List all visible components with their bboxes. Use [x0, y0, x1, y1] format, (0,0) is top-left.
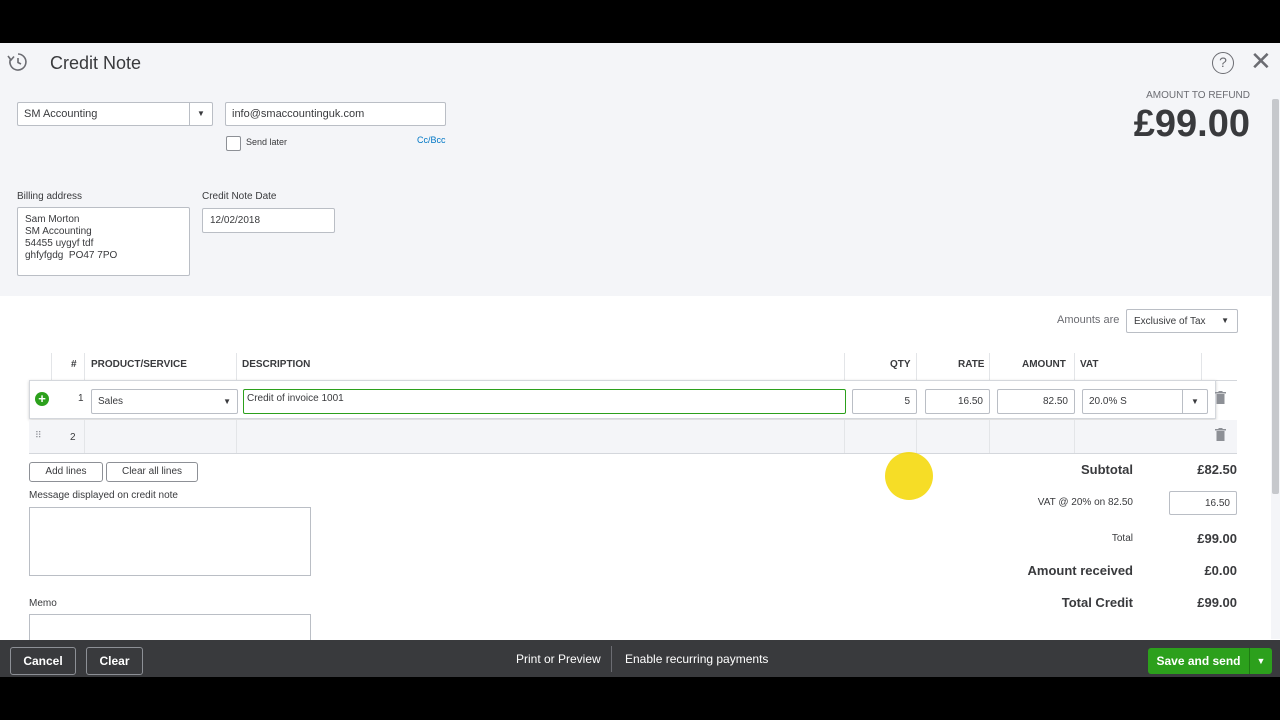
scrollbar-thumb[interactable]	[1272, 99, 1279, 494]
footer-divider	[611, 646, 612, 672]
chevron-down-icon: ▼	[1221, 316, 1229, 325]
header-panel	[0, 43, 1280, 296]
clear-all-lines-button[interactable]: Clear all lines	[106, 462, 198, 482]
amount-received-value: £0.00	[1204, 563, 1237, 578]
amounts-are-value: Exclusive of Tax	[1134, 316, 1206, 327]
total-value: £99.00	[1197, 531, 1237, 546]
credit-note-date-field[interactable]: 12/02/2018	[202, 208, 335, 233]
row-number: 1	[78, 393, 84, 404]
footer-bar: Cancel Clear Print or Preview Enable rec…	[0, 640, 1280, 677]
amount-input[interactable]: 82.50	[997, 389, 1075, 414]
save-and-send-button[interactable]: Save and send	[1148, 648, 1249, 674]
total-credit-label: Total Credit	[1061, 595, 1133, 610]
cc-bcc-link[interactable]: Cc/Bcc	[417, 135, 446, 145]
rate-input[interactable]: 16.50	[925, 389, 990, 414]
line-items-header: # PRODUCT/SERVICE DESCRIPTION QTY RATE A…	[29, 353, 1237, 381]
header-qty: QTY	[890, 359, 911, 370]
qty-input[interactable]: 5	[852, 389, 917, 414]
message-label: Message displayed on credit note	[29, 490, 178, 501]
table-row[interactable]: + 1 Sales ▼ Credit of invoice 1001 5 16.…	[29, 380, 1216, 419]
close-icon[interactable]: ✕	[1250, 48, 1272, 74]
vat-label: VAT @ 20% on 82.50	[1037, 497, 1133, 508]
subtotal-label: Subtotal	[1081, 462, 1133, 477]
clear-button[interactable]: Clear	[86, 647, 143, 675]
total-label: Total	[1111, 533, 1133, 544]
amounts-are-label: Amounts are	[1057, 314, 1120, 326]
credit-note-window: Credit Note ? ✕ SM Accounting ▼ info@sma…	[0, 43, 1280, 677]
row-number: 2	[70, 432, 76, 443]
header-rate: RATE	[958, 359, 985, 370]
chevron-down-icon: ▼	[223, 397, 231, 406]
page-title: Credit Note	[50, 53, 142, 73]
trash-icon[interactable]	[1215, 391, 1226, 404]
chevron-down-icon[interactable]: ▼	[189, 103, 212, 125]
memo-label: Memo	[29, 598, 57, 609]
subtotal-value: £82.50	[1197, 462, 1237, 477]
header-description: DESCRIPTION	[242, 359, 311, 370]
cursor-highlight	[885, 452, 933, 500]
amounts-are-select[interactable]: Exclusive of Tax ▼	[1126, 309, 1238, 333]
help-icon[interactable]: ?	[1212, 52, 1234, 74]
history-icon[interactable]	[6, 51, 30, 73]
cancel-button[interactable]: Cancel	[10, 647, 76, 675]
vat-amount-input[interactable]: 16.50	[1169, 491, 1237, 515]
chevron-down-icon[interactable]: ▼	[1249, 648, 1272, 674]
drag-handle-icon[interactable]: ⠿	[35, 430, 42, 441]
amount-to-refund-label: AMOUNT TO REFUND	[1146, 90, 1250, 101]
amount-to-refund-value: £99.00	[1133, 103, 1250, 145]
message-field[interactable]	[29, 507, 311, 576]
vat-select[interactable]: 20.0% S ▼	[1082, 389, 1208, 414]
amount-received-label: Amount received	[1027, 563, 1133, 578]
send-later-checkbox[interactable]	[226, 136, 241, 151]
trash-icon[interactable]	[1215, 428, 1226, 441]
total-credit-value: £99.00	[1197, 595, 1237, 610]
product-select[interactable]: Sales ▼	[91, 389, 238, 414]
customer-select[interactable]: SM Accounting ▼	[17, 102, 213, 126]
chevron-down-icon: ▼	[1182, 390, 1207, 413]
product-value: Sales	[98, 396, 124, 407]
table-row[interactable]: ⠿ 2	[29, 420, 1237, 454]
header-num: #	[71, 359, 77, 370]
header-vat: VAT	[1080, 359, 1099, 370]
recurring-payments-link[interactable]: Enable recurring payments	[625, 652, 768, 666]
add-line-icon[interactable]: +	[35, 392, 49, 406]
billing-address-label: Billing address	[17, 191, 83, 202]
vat-value: 20.0% S	[1089, 396, 1127, 407]
header-amount: AMOUNT	[1022, 359, 1066, 370]
add-lines-button[interactable]: Add lines	[29, 462, 103, 482]
description-input[interactable]: Credit of invoice 1001	[243, 389, 846, 414]
customer-value: SM Accounting	[24, 108, 98, 120]
send-later-label: Send later	[246, 137, 288, 147]
billing-address-field[interactable]: Sam Morton SM Accounting 54455 uygyf tdf…	[17, 207, 190, 276]
print-preview-link[interactable]: Print or Preview	[516, 652, 601, 666]
header-product: PRODUCT/SERVICE	[91, 359, 187, 370]
credit-note-date-label: Credit Note Date	[202, 191, 277, 202]
email-field[interactable]: info@smaccountinguk.com	[225, 102, 446, 126]
